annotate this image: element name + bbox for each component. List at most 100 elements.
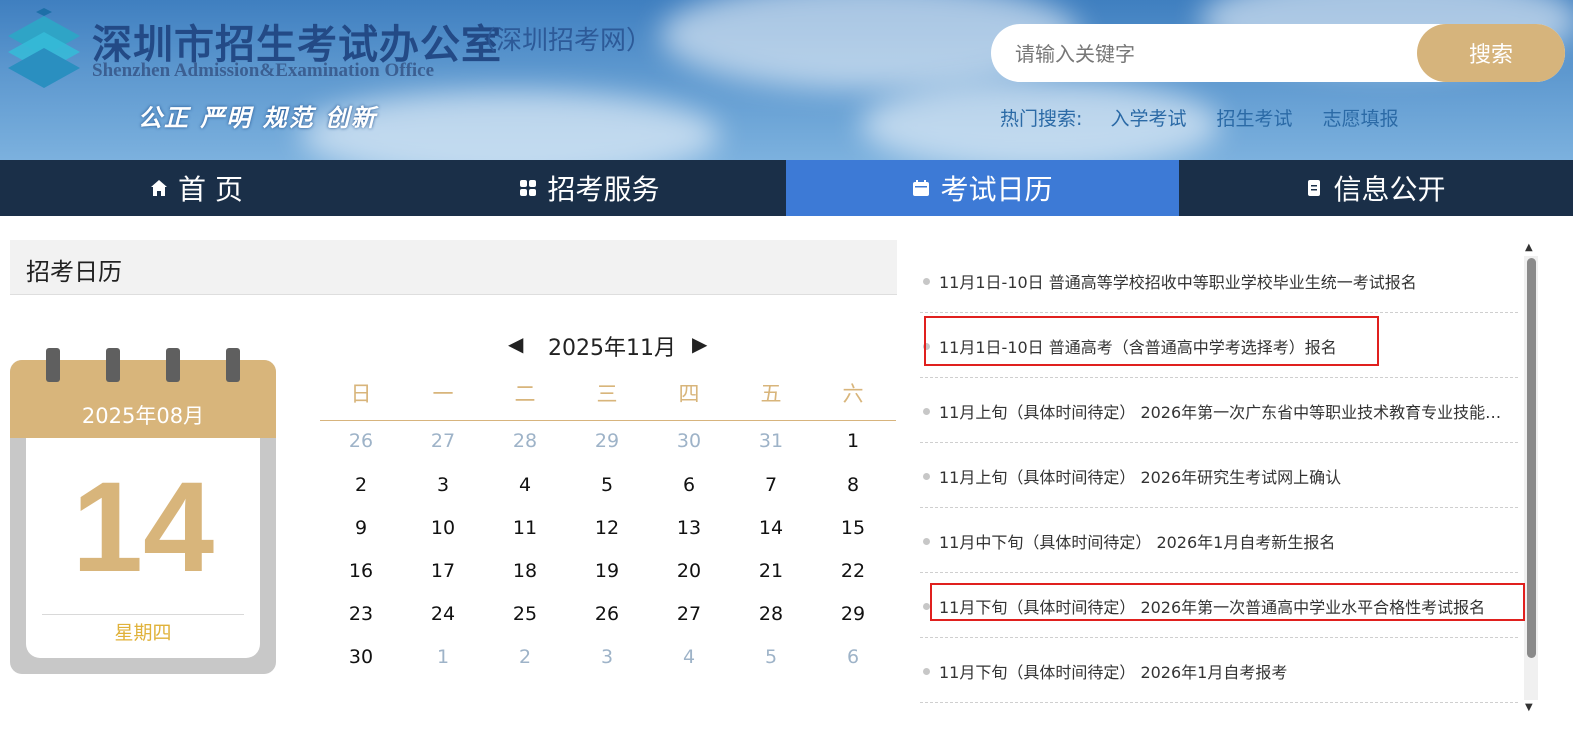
- next-month-button[interactable]: ▶: [692, 332, 707, 356]
- calendar-day[interactable]: 28: [730, 599, 812, 629]
- binder-ring-icon: [226, 348, 240, 382]
- event-text[interactable]: 11月中下旬（具体时间待定） 2026年1月自考新生报名: [939, 529, 1511, 553]
- calendar-icon: [913, 180, 930, 196]
- nav-item-exam-calendar[interactable]: 考试日历: [786, 160, 1179, 216]
- calendar-day[interactable]: 14: [730, 513, 812, 543]
- date-card-month: 2025年08月: [81, 404, 205, 428]
- main-nav: 首 页 招考服务 考试日历 信息公开: [0, 160, 1573, 216]
- calendar-day-outside-month[interactable]: 29: [566, 426, 648, 456]
- calendar-day[interactable]: 29: [812, 599, 894, 629]
- date-card-body: 14 星期四: [26, 438, 260, 658]
- date-card: 2025年08月 14 星期四: [10, 348, 276, 674]
- hot-search-link[interactable]: 入学考试: [1110, 108, 1186, 130]
- month-label: 2025年11月: [548, 336, 676, 361]
- calendar-day[interactable]: 23: [320, 599, 402, 629]
- event-text[interactable]: 11月上旬（具体时间待定） 2026年第一次广东省中等职业技术教育专业技能课程考…: [939, 399, 1511, 423]
- bullet-icon: [923, 603, 930, 610]
- calendar-day-outside-month[interactable]: 4: [648, 642, 730, 672]
- scrollbar-thumb[interactable]: [1527, 258, 1536, 658]
- nav-item-label: 首 页: [178, 173, 243, 206]
- calendar-day-outside-month[interactable]: 27: [402, 426, 484, 456]
- calendar-day[interactable]: 27: [648, 599, 730, 629]
- weekday-label: 一: [432, 382, 454, 406]
- calendar-day[interactable]: 16: [320, 556, 402, 586]
- nav-item-home[interactable]: 首 页: [0, 160, 393, 216]
- calendar-day-outside-month[interactable]: 2: [484, 642, 566, 672]
- header-banner: 深圳市招生考试办公室 （深圳招考网） Shenzhen Admission&Ex…: [0, 0, 1573, 160]
- calendar-day[interactable]: 1: [812, 426, 894, 456]
- home-icon: [151, 180, 168, 196]
- search-box: 搜索: [991, 24, 1565, 82]
- binder-ring-icon: [106, 348, 120, 382]
- hot-search-link[interactable]: 招生考试: [1217, 108, 1293, 130]
- calendar-day-outside-month[interactable]: 26: [320, 426, 402, 456]
- calendar-day-outside-month[interactable]: 6: [812, 642, 894, 672]
- bullet-icon: [923, 278, 930, 285]
- calendar-day[interactable]: 21: [730, 556, 812, 586]
- calendar-day[interactable]: 9: [320, 513, 402, 543]
- calendar-day[interactable]: 19: [566, 556, 648, 586]
- calendar-day-outside-month[interactable]: 28: [484, 426, 566, 456]
- calendar-day[interactable]: 15: [812, 513, 894, 543]
- search-button[interactable]: 搜索: [1417, 24, 1565, 82]
- calendar-day[interactable]: 7: [730, 470, 812, 500]
- divider: [42, 614, 244, 615]
- calendar-day[interactable]: 4: [484, 470, 566, 500]
- weekday-label: 日: [350, 382, 372, 406]
- calendar-day-outside-month[interactable]: 5: [730, 642, 812, 672]
- calendar-day-outside-month[interactable]: 30: [648, 426, 730, 456]
- event-text[interactable]: 11月上旬（具体时间待定） 2026年研究生考试网上确认: [939, 464, 1511, 488]
- site-slogan: 公正 严明 规范 创新: [138, 104, 378, 132]
- search-input[interactable]: [1013, 36, 1407, 72]
- nav-item-services[interactable]: 招考服务: [393, 160, 786, 216]
- document-icon: [1308, 180, 1321, 196]
- event-text[interactable]: 11月下旬（具体时间待定） 2026年1月自考报考: [939, 659, 1511, 683]
- event-list-item[interactable]: 11月中下旬（具体时间待定） 2026年1月自考新生报名: [920, 508, 1518, 573]
- panel-title: 招考日历: [26, 258, 122, 286]
- month-header: ◀ 2025年11月 ▶: [320, 330, 896, 361]
- calendar-day[interactable]: 8: [812, 470, 894, 500]
- event-text[interactable]: 11月1日-10日 普通高等学校招收中等职业学校毕业生统一考试报名: [939, 269, 1511, 293]
- calendar-day[interactable]: 6: [648, 470, 730, 500]
- weekday-label: 六: [842, 382, 864, 406]
- weekday-header: 日一二三四五六: [320, 378, 896, 421]
- site-subtitle: （深圳招考网）: [470, 26, 653, 56]
- binder-ring-icon: [166, 348, 180, 382]
- weekday-label: 四: [678, 382, 700, 406]
- bullet-icon: [923, 408, 930, 415]
- prev-month-button[interactable]: ◀: [508, 332, 523, 356]
- scroll-up-arrow-icon[interactable]: ▲: [1525, 242, 1533, 253]
- event-list-item[interactable]: 11月下旬（具体时间待定） 2026年1月自考报考: [920, 638, 1518, 703]
- date-card-weekday: 星期四: [114, 622, 172, 644]
- nav-item-label: 考试日历: [940, 173, 1053, 206]
- calendar-day-outside-month[interactable]: 31: [730, 426, 812, 456]
- calendar-day[interactable]: 12: [566, 513, 648, 543]
- calendar-day[interactable]: 20: [648, 556, 730, 586]
- grid-icon: [520, 180, 537, 196]
- calendar-day[interactable]: 22: [812, 556, 894, 586]
- scroll-down-arrow-icon[interactable]: ▼: [1525, 702, 1533, 713]
- weekday-label: 五: [760, 382, 782, 406]
- calendar-day[interactable]: 24: [402, 599, 484, 629]
- logo-icon: [8, 8, 80, 88]
- calendar-day[interactable]: 5: [566, 470, 648, 500]
- calendar-day[interactable]: 11: [484, 513, 566, 543]
- event-list-item[interactable]: 11月上旬（具体时间待定） 2026年研究生考试网上确认: [920, 443, 1518, 508]
- calendar-day[interactable]: 13: [648, 513, 730, 543]
- calendar-day[interactable]: 17: [402, 556, 484, 586]
- calendar-day-outside-month[interactable]: 1: [402, 642, 484, 672]
- event-list-item[interactable]: 11月1日-10日 普通高等学校招收中等职业学校毕业生统一考试报名: [920, 248, 1518, 313]
- nav-item-info-disclosure[interactable]: 信息公开: [1179, 160, 1572, 216]
- calendar-day[interactable]: 3: [402, 470, 484, 500]
- hot-search-link[interactable]: 志愿填报: [1323, 108, 1399, 130]
- calendar-day-outside-month[interactable]: 3: [566, 642, 648, 672]
- calendar-day[interactable]: 2: [320, 470, 402, 500]
- calendar-day[interactable]: 26: [566, 599, 648, 629]
- calendar-day[interactable]: 18: [484, 556, 566, 586]
- event-list-item[interactable]: 11月上旬（具体时间待定） 2026年第一次广东省中等职业技术教育专业技能课程考…: [920, 378, 1518, 443]
- hot-search-label: 热门搜索:: [1000, 108, 1083, 130]
- calendar-day[interactable]: 30: [320, 642, 402, 672]
- calendar-day[interactable]: 25: [484, 599, 566, 629]
- calendar-day[interactable]: 10: [402, 513, 484, 543]
- bullet-icon: [923, 473, 930, 480]
